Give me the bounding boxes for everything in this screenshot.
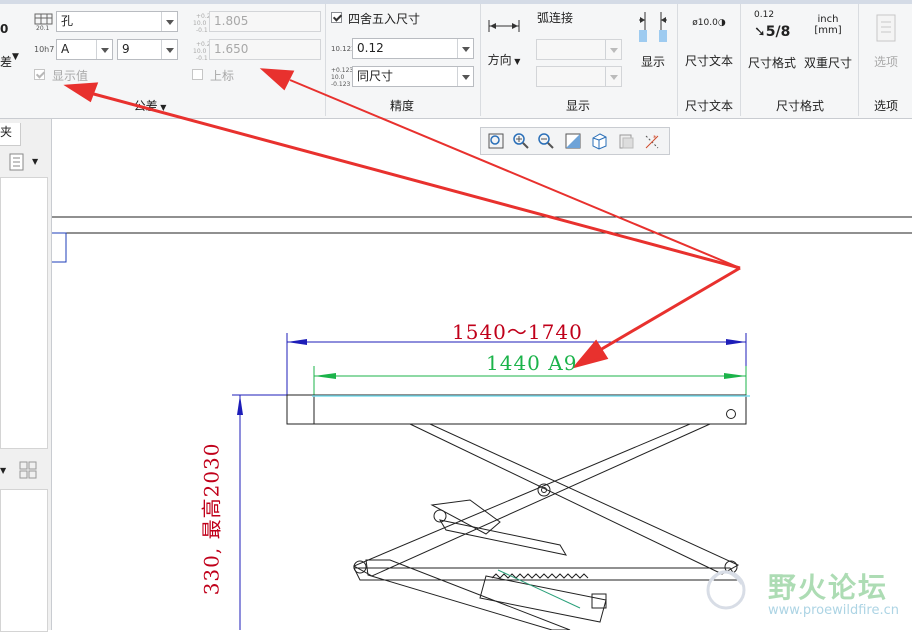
dimension-text-platform-length[interactable]: 1440 A9 (486, 351, 577, 375)
scissor-mechanism (352, 423, 740, 630)
dimension-text-overall-length[interactable]: 1540～1740 (452, 316, 583, 345)
watermark-title: 野火论坛 (768, 571, 889, 604)
dimension-height[interactable] (232, 394, 290, 630)
drawing-canvas (52, 68, 912, 630)
watermark-logo-icon (706, 570, 746, 610)
annotation-arrows (63, 68, 741, 369)
watermark-url: www.proewildfire.cn (768, 603, 899, 618)
lift-platform (286, 394, 750, 425)
title-block-edge (52, 232, 67, 263)
dimension-text-height[interactable]: 330, 最高2030 (196, 443, 225, 643)
